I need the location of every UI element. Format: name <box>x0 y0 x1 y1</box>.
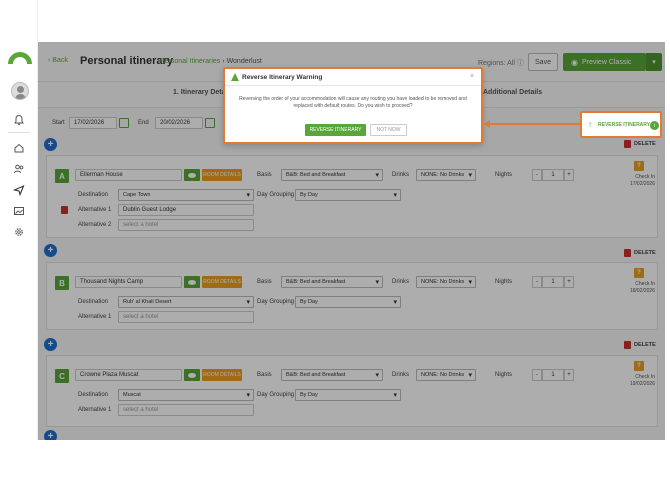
reverse-itinerary-button[interactable]: ↑ REVERSE ITINERARY i <box>580 111 662 138</box>
warning-icon <box>231 73 239 81</box>
dialog-message: Reversing the order of your accommodatio… <box>239 96 467 109</box>
info-icon[interactable]: i <box>650 121 659 130</box>
reverse-itinerary-dialog: Reverse Itinerary Warning × Reversing th… <box>223 67 483 144</box>
reverse-itinerary-label: REVERSE ITINERARY <box>598 122 651 128</box>
dialog-title: Reverse Itinerary Warning <box>242 74 323 81</box>
rail-divider <box>8 132 30 133</box>
users-icon[interactable] <box>12 162 26 176</box>
bell-icon[interactable] <box>12 113 26 127</box>
side-nav <box>0 0 38 440</box>
image-icon[interactable] <box>12 204 26 218</box>
arrow-up-icon: ↑ <box>588 120 592 129</box>
callout-arrow <box>484 120 490 128</box>
dialog-header: Reverse Itinerary Warning × <box>225 69 481 86</box>
confirm-reverse-button[interactable]: REVERSE ITINERARY <box>305 124 366 136</box>
close-icon[interactable]: × <box>470 73 474 80</box>
home-icon[interactable] <box>12 141 26 155</box>
gear-icon[interactable] <box>12 225 26 239</box>
brand-logo <box>8 52 32 64</box>
send-icon[interactable] <box>12 183 26 197</box>
callout-line <box>487 123 580 125</box>
not-now-button[interactable]: NOT NOW <box>370 124 407 136</box>
avatar[interactable] <box>11 82 29 100</box>
